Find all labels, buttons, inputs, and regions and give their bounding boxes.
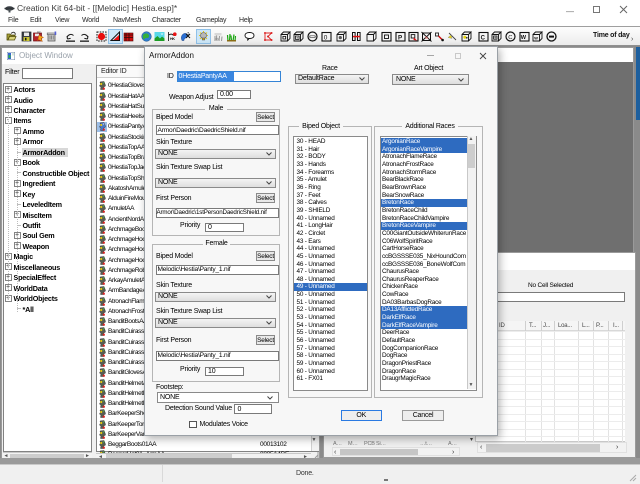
svg-text:W: W bbox=[521, 35, 527, 41]
svg-text:C: C bbox=[508, 35, 512, 41]
svg-text:0: 0 bbox=[324, 34, 328, 41]
svg-text:dn: dn bbox=[215, 37, 219, 41]
svg-text:HK: HK bbox=[170, 37, 175, 41]
svg-text:P: P bbox=[398, 35, 402, 42]
svg-text:w: w bbox=[533, 36, 538, 41]
